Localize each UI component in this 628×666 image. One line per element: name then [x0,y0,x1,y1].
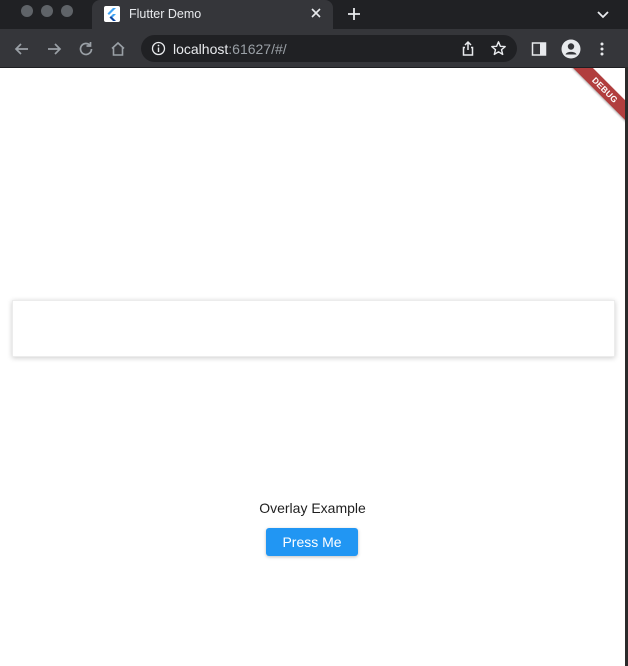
reload-icon[interactable] [77,40,95,58]
browser-chrome: Flutter Demo localhost:61627/#/ [0,0,628,68]
flutter-logo-icon [104,6,120,22]
star-icon[interactable] [490,40,507,57]
plus-icon[interactable] [346,6,362,22]
url-host: localhost [173,41,229,57]
url-text: localhost:61627/#/ [173,41,287,57]
window-zoom-dot[interactable] [61,5,73,17]
side-panel-icon[interactable] [530,40,548,58]
back-arrow-icon[interactable] [13,40,31,58]
page-viewport: DEBUG Overlay Example Press Me [0,68,628,666]
info-icon[interactable] [151,41,166,56]
overlay-card [12,300,615,357]
profile-avatar-icon[interactable] [561,39,581,59]
tab-title: Flutter Demo [129,7,202,21]
close-icon[interactable] [309,6,323,20]
address-bar[interactable]: localhost:61627/#/ [141,35,517,62]
debug-banner: DEBUG [568,68,628,127]
browser-toolbar: localhost:61627/#/ [0,29,628,68]
browser-tab[interactable]: Flutter Demo [92,0,333,29]
chevron-down-icon[interactable] [596,8,610,20]
url-port-path: :61627/#/ [228,41,287,57]
window-close-dot[interactable] [21,5,33,17]
home-icon[interactable] [109,40,127,58]
tab-strip: Flutter Demo [0,0,628,29]
forward-arrow-icon[interactable] [45,40,63,58]
window-minimize-dot[interactable] [41,5,53,17]
share-icon[interactable] [460,40,476,57]
more-vertical-icon[interactable] [594,40,610,58]
page-heading: Overlay Example [259,500,366,516]
press-me-button[interactable]: Press Me [266,528,358,556]
